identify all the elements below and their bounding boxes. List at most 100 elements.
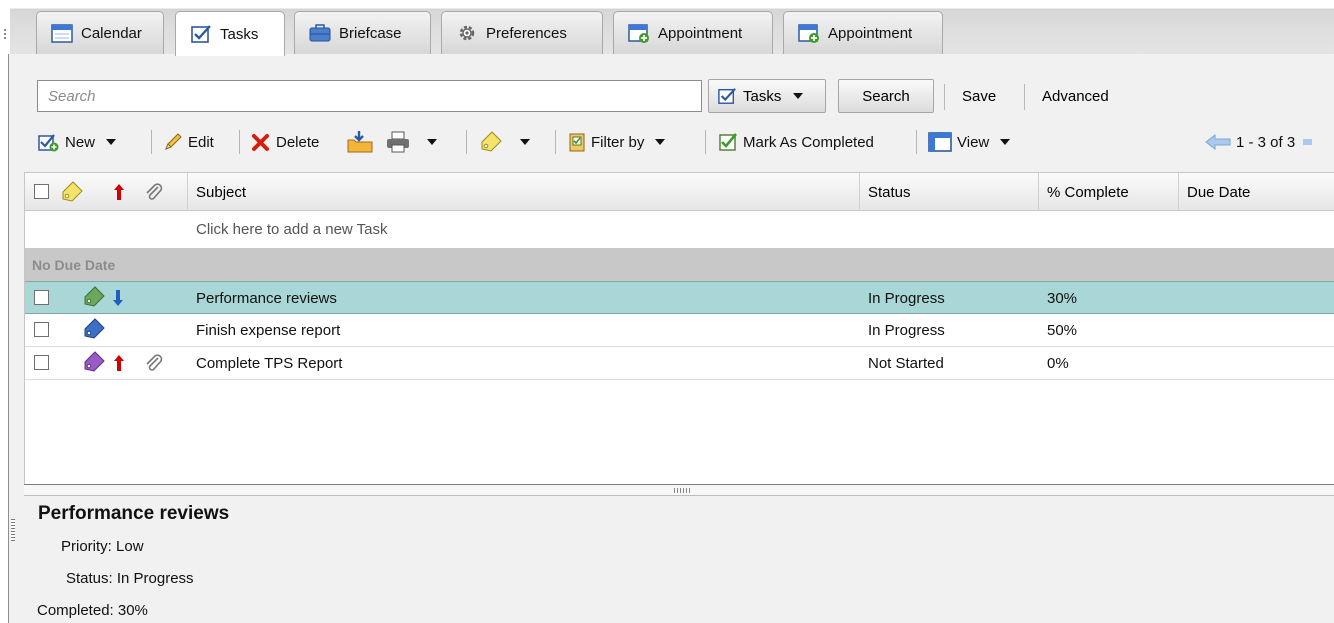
column-header-subject[interactable]: Subject (188, 173, 860, 211)
delete-button[interactable]: Delete (251, 130, 319, 154)
chevron-down-icon (106, 139, 117, 145)
task-row[interactable]: Performance reviews In Progress 30% (25, 281, 1334, 314)
edit-label: Edit (188, 133, 214, 151)
tag-button[interactable] (479, 130, 530, 154)
tab-tasks-label: Tasks (220, 25, 259, 43)
new-task-icon (38, 134, 59, 152)
column-header-status[interactable]: Status (860, 173, 1039, 211)
select-all-checkbox[interactable] (34, 184, 49, 199)
chevron-down-icon (1000, 139, 1011, 145)
tab-appointment-2-label: Appointment (828, 24, 913, 42)
task-status: In Progress (868, 322, 945, 339)
reading-pane-status: Status: In Progress (66, 570, 194, 587)
divider (916, 130, 917, 154)
column-header-percent-complete[interactable]: % Complete (1039, 173, 1179, 211)
divider (239, 130, 240, 154)
printer-icon (387, 131, 409, 153)
save-search-button[interactable]: Save (962, 88, 996, 105)
reading-pane-splitter[interactable] (24, 484, 1334, 496)
tab-appointment-1[interactable]: Appointment (613, 11, 773, 54)
reading-pane-priority: Priority: Low (61, 538, 144, 555)
chevron-down-icon (520, 139, 530, 145)
view-button[interactable]: View (928, 130, 1011, 154)
checkmark-icon (719, 133, 737, 151)
tag-icon (62, 181, 83, 202)
attachment-paperclip-icon (146, 354, 163, 371)
group-header-label: No Due Date (32, 257, 116, 273)
tab-briefcase-label: Briefcase (339, 24, 402, 42)
reading-pane: Performance reviews Priority: Low Status… (24, 496, 1334, 623)
advanced-search-button[interactable]: Advanced (1042, 88, 1109, 105)
tab-bar-grip (4, 29, 6, 39)
column-header-due-label: Due Date (1187, 183, 1251, 201)
tasks-checkbox-icon (191, 25, 211, 43)
column-header-subject-label: Subject (196, 183, 247, 201)
tab-tasks[interactable]: Tasks (175, 11, 285, 56)
task-toolbar: New Edit Delete Filter by Mark As Comple… (33, 122, 1333, 162)
task-status: In Progress (868, 290, 945, 307)
chevron-down-icon (655, 139, 666, 145)
task-row[interactable]: Finish expense report In Progress 50% (25, 314, 1334, 347)
tab-appointment-2[interactable]: Appointment (783, 11, 943, 54)
task-percent-complete: 50% (1047, 322, 1078, 339)
add-new-task-prompt: Click here to add a new Task (196, 221, 388, 238)
group-header-no-due-date: No Due Date (25, 249, 1334, 281)
pagination: 1 - 3 of 3 (1205, 130, 1313, 154)
edit-button[interactable]: Edit (163, 130, 214, 154)
task-subject: Finish expense report (196, 322, 341, 339)
tab-preferences[interactable]: Preferences (441, 11, 603, 54)
tasks-checkbox-icon (718, 88, 736, 104)
header-icons-column (25, 173, 188, 211)
delete-label: Delete (276, 133, 320, 151)
divider (466, 130, 467, 154)
task-checkbox[interactable] (34, 290, 49, 305)
view-layout-icon (928, 132, 952, 152)
task-percent-complete: 30% (1047, 290, 1078, 307)
column-header-status-label: Status (868, 183, 911, 201)
divider (1024, 84, 1025, 110)
briefcase-icon (309, 24, 331, 42)
filter-by-label: Filter by (591, 133, 645, 151)
column-header-percent-label: % Complete (1047, 183, 1129, 201)
calendar-icon (51, 24, 73, 43)
print-button[interactable] (386, 130, 437, 154)
search-type-dropdown[interactable]: Tasks (708, 79, 826, 113)
new-task-button[interactable]: New (38, 130, 117, 154)
reading-pane-title: Performance reviews (38, 503, 230, 524)
new-appointment-icon (628, 24, 649, 43)
task-percent-complete: 0% (1047, 355, 1069, 372)
app-tab-bar: Calendar Tasks Briefcase Preferences App… (0, 0, 1334, 56)
task-subject: Performance reviews (196, 290, 337, 307)
next-page-arrow-icon[interactable] (1300, 134, 1313, 150)
add-new-task-row[interactable]: Click here to add a new Task (25, 211, 1334, 249)
task-subject: Complete TPS Report (196, 355, 343, 372)
chevron-down-icon (427, 139, 437, 145)
tag-purple-icon (84, 351, 105, 372)
divider (944, 84, 945, 110)
move-to-folder-button[interactable] (346, 130, 374, 154)
filter-clipboard-icon (569, 133, 585, 152)
left-resize-grip[interactable] (11, 519, 15, 541)
priority-low-icon (113, 290, 123, 306)
pencil-icon (165, 133, 182, 150)
gear-icon (459, 25, 475, 41)
tasks-app-panel: Tasks Search Save Advanced New Edi (8, 54, 1334, 623)
task-checkbox[interactable] (34, 355, 49, 370)
column-header-due-date[interactable]: Due Date (1179, 173, 1334, 211)
filter-by-button[interactable]: Filter by (568, 130, 666, 154)
divider (151, 130, 152, 154)
task-row[interactable]: Complete TPS Report Not Started 0% (25, 347, 1334, 380)
search-input[interactable] (37, 80, 702, 112)
tab-briefcase[interactable]: Briefcase (294, 11, 431, 54)
task-list-header: Subject Status % Complete Due Date (25, 173, 1334, 211)
previous-page-arrow-icon[interactable] (1205, 134, 1231, 150)
mark-as-completed-button[interactable]: Mark As Completed (718, 130, 874, 154)
tab-calendar[interactable]: Calendar (36, 11, 164, 54)
reading-pane-completed: Completed: 30% (37, 602, 148, 619)
search-button[interactable]: Search (838, 79, 934, 113)
search-bar: Tasks Search Save Advanced (33, 74, 1333, 118)
delete-x-icon (252, 134, 269, 151)
splitter-grip (674, 488, 690, 493)
task-list: Subject Status % Complete Due Date Click… (24, 172, 1334, 484)
task-checkbox[interactable] (34, 322, 49, 337)
